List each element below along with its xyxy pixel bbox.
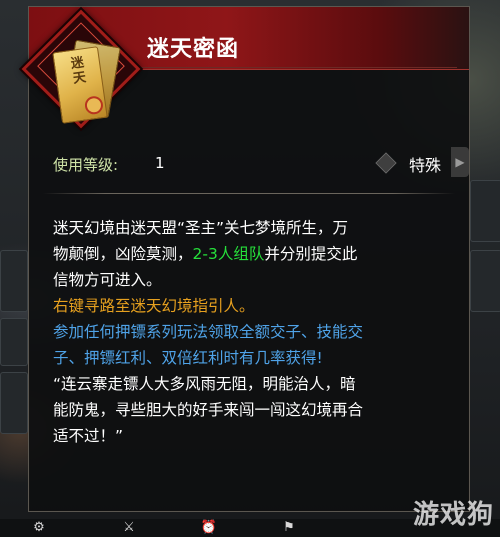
- toolbar-icon[interactable]: ⚑: [280, 521, 298, 535]
- section-divider: [43, 193, 455, 194]
- background-slot: [0, 318, 28, 366]
- toolbar-icon[interactable]: ⚔: [120, 521, 138, 535]
- background-slot: [470, 250, 500, 312]
- pathfinding-hint[interactable]: 右键寻路至迷天幻境指引人。: [53, 293, 463, 319]
- golden-letter-icon: 迷天: [45, 35, 125, 129]
- item-tooltip: 迷天密函 迷天 使用等级: 1 特殊 ▶ 迷天幻境由迷天盟“圣主”关七梦境所生，…: [21, 6, 470, 512]
- description-line: 迷天幻境由迷天盟“圣主”关七梦境所生，万: [53, 219, 349, 237]
- background-slot: [470, 180, 500, 242]
- letter-card-text: 迷天: [70, 55, 88, 87]
- obtain-info: 子、押镖红利、双倍红利时有几率获得!: [53, 349, 323, 367]
- seal-icon: [83, 95, 105, 116]
- background-slot: [0, 250, 28, 312]
- chevron-right-icon[interactable]: ▶: [451, 147, 469, 177]
- item-title: 迷天密函: [147, 37, 240, 62]
- level-value: 1: [155, 154, 165, 172]
- letter-card: 迷天: [52, 46, 108, 124]
- description-text: 物颠倒，凶险莫测，: [53, 245, 193, 263]
- background-slot: [0, 372, 28, 434]
- flavor-text: 能防鬼，寻些胆大的好手来闯一闯这幻境再合: [53, 401, 364, 419]
- toolbar-icon[interactable]: ⚙: [30, 521, 48, 535]
- toolbar-icon[interactable]: ⏰: [200, 521, 218, 535]
- item-description: 迷天幻境由迷天盟“圣主”关七梦境所生，万 物颠倒，凶险莫测，2-3人组队并分别提…: [53, 215, 463, 449]
- obtain-info: 参加任何押镖系列玩法领取全额交子、技能交: [53, 323, 364, 341]
- diamond-icon: [375, 152, 397, 174]
- flavor-text: 适不过！”: [53, 427, 124, 445]
- level-label: 使用等级:: [53, 156, 119, 174]
- team-requirement: 2-3人组队: [192, 245, 265, 263]
- description-line: 物颠倒，凶险莫测，2-3人组队并分别提交此: [53, 241, 463, 267]
- flavor-text: “连云寨走镖人大多风雨无阻，明能治人，暗: [53, 375, 356, 393]
- description-text: 并分别提交此: [264, 245, 358, 263]
- description-line: 信物方可进入。: [53, 271, 162, 289]
- item-type: 特殊: [409, 156, 442, 175]
- site-watermark: 游戏狗: [412, 500, 494, 530]
